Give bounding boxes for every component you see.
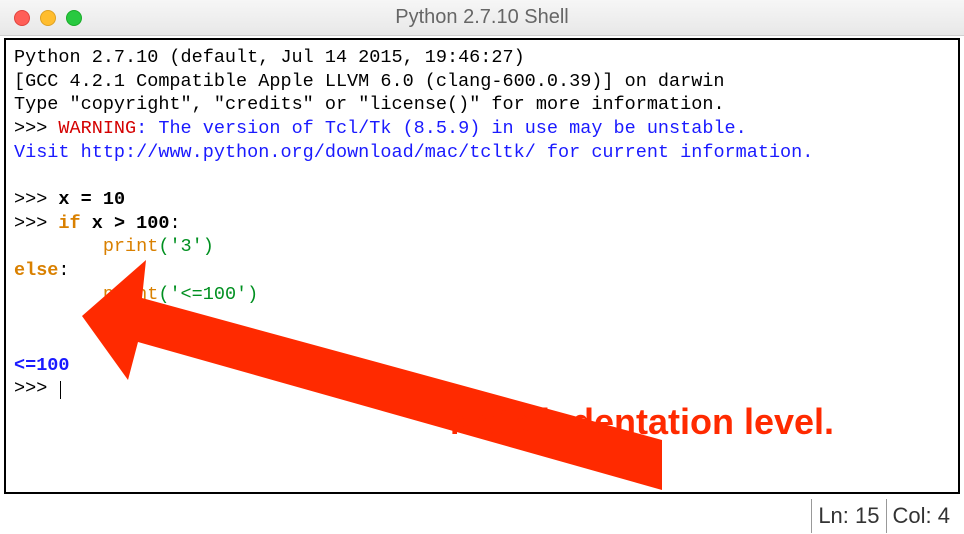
statusbar: Ln: 15 Col: 4: [811, 498, 956, 534]
indent-1: [14, 236, 103, 257]
code-10: 10: [92, 189, 125, 210]
code-print2: print: [103, 284, 159, 305]
status-col: Col: 4: [886, 499, 957, 533]
final-prompt: >>>: [14, 378, 58, 399]
banner-line1: Python 2.7.10 (default, Jul 14 2015, 19:…: [14, 47, 525, 68]
code-print1: print: [103, 236, 159, 257]
editor-frame: Python 2.7.10 (default, Jul 14 2015, 19:…: [4, 38, 960, 494]
code-l2-mid: x >: [81, 213, 137, 234]
banner-line3-suffix: for more information.: [480, 94, 724, 115]
warn-prompt: >>>: [14, 118, 58, 139]
visit-url: http://www.python.org/download/mac/tcltk…: [81, 142, 536, 163]
window-title: Python 2.7.10 Shell: [0, 6, 964, 29]
code-colon: :: [169, 213, 180, 234]
code-else-colon: :: [58, 260, 69, 281]
code-else: else: [14, 260, 58, 281]
titlebar: Python 2.7.10 Shell: [0, 0, 964, 36]
banner-q3: "license()": [358, 94, 480, 115]
banner-line3-prefix: Type: [14, 94, 70, 115]
prompt-2: >>>: [14, 213, 58, 234]
visit-prefix: Visit: [14, 142, 81, 163]
visit-suffix: for current information.: [536, 142, 814, 163]
code-x: x: [58, 189, 80, 210]
code-args2: ('<=100'): [158, 284, 258, 305]
code-args1: ('3'): [158, 236, 214, 257]
warn-text: : The version of Tcl/Tk (8.5.9) in use m…: [136, 118, 747, 139]
indent-2: [14, 284, 103, 305]
banner-c2: or: [314, 94, 358, 115]
warn-label: WARNING: [58, 118, 136, 139]
cursor-icon: [60, 381, 61, 399]
banner-line2: [GCC 4.2.1 Compatible Apple LLVM 6.0 (cl…: [14, 71, 725, 92]
code-eq: =: [81, 189, 92, 210]
prompt-1: >>>: [14, 189, 58, 210]
shell-editor[interactable]: Python 2.7.10 (default, Jul 14 2015, 19:…: [6, 40, 958, 407]
code-100: 100: [136, 213, 169, 234]
output: <=100: [14, 355, 70, 376]
banner-q1: "copyright": [70, 94, 192, 115]
banner-q2: "credits": [214, 94, 314, 115]
banner-c1: ,: [192, 94, 214, 115]
status-line: Ln: 15: [811, 499, 885, 533]
code-if: if: [58, 213, 80, 234]
